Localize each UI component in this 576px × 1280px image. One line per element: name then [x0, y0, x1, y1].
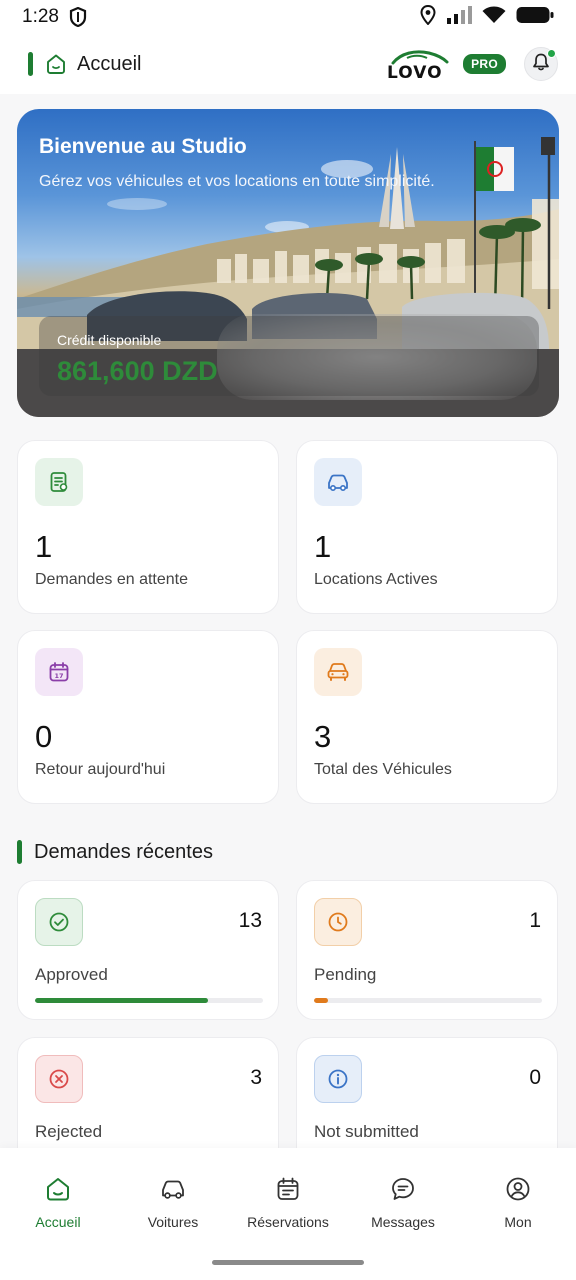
credit-panel: Crédit disponible 861,600 DZD: [39, 316, 539, 396]
nav-label: Voitures: [147, 1214, 199, 1230]
x-circle-icon: [35, 1055, 83, 1103]
banner-subtitle: Gérez vos véhicules et vos locations en …: [39, 173, 435, 190]
home-icon: [3, 1174, 113, 1204]
stat-card-total-vehicles[interactable]: 3 Total des Véhicules: [296, 630, 558, 804]
recent-requests-header: Demandes récentes: [17, 840, 213, 864]
welcome-banner: Bienvenue au Studio Gérez vos véhicules …: [17, 109, 559, 417]
request-label: Pending: [314, 965, 377, 984]
progress-fill: [35, 998, 209, 1003]
request-label: Not submitted: [314, 1122, 419, 1141]
request-count: 1: [529, 909, 541, 932]
signal-icon: [446, 5, 472, 29]
pro-badge: PRO: [463, 54, 506, 74]
chat-icon: [348, 1174, 458, 1204]
document-icon: [35, 458, 83, 506]
nav-item-mon[interactable]: Mon: [463, 1174, 573, 1230]
stat-card-active-rentals[interactable]: 1 Locations Actives: [296, 440, 558, 614]
nav-label: Messages: [371, 1214, 435, 1230]
car-icon: [118, 1174, 228, 1204]
credit-value: 861,600 DZD: [57, 356, 218, 386]
home-indicator[interactable]: [212, 1260, 364, 1265]
svg-text:17: 17: [54, 672, 63, 680]
clock-icon: [314, 898, 362, 946]
nav-label: Réservations: [247, 1214, 329, 1230]
car-icon: [314, 458, 362, 506]
status-time: 1:28: [22, 6, 59, 27]
stat-label: Locations Actives: [314, 571, 438, 588]
stat-value: 1: [314, 529, 332, 564]
credit-label: Crédit disponible: [57, 332, 162, 348]
app-header: Accueil LOVO PRO: [0, 34, 576, 94]
location-icon: [420, 4, 436, 30]
nav-label: Mon: [504, 1214, 532, 1230]
lovo-logo: LOVO: [385, 47, 455, 81]
notification-dot: [547, 49, 556, 58]
status-bar: 1:28: [0, 0, 576, 34]
nav-item-voitures[interactable]: Voitures: [118, 1174, 228, 1230]
check-circle-icon: [35, 898, 83, 946]
header-accent-bar: [28, 52, 33, 76]
notifications-button[interactable]: [524, 47, 558, 81]
request-count: 3: [250, 1066, 262, 1089]
battery-icon: [516, 6, 554, 29]
profile-icon: [463, 1174, 573, 1204]
nav-item-messages[interactable]: Messages: [348, 1174, 458, 1230]
nav-label: Accueil: [35, 1214, 81, 1230]
stat-card-pending-requests[interactable]: 1 Demandes en attente: [17, 440, 279, 614]
calendar-list-icon: [233, 1174, 343, 1204]
wifi-icon: [482, 6, 506, 29]
stat-label: Total des Véhicules: [314, 761, 452, 778]
request-count: 0: [529, 1066, 541, 1089]
nav-item-accueil[interactable]: Accueil: [3, 1174, 113, 1230]
stat-label: Demandes en attente: [35, 571, 188, 588]
shield-icon: [69, 7, 87, 27]
request-label: Approved: [35, 965, 108, 984]
info-circle-icon: [314, 1055, 362, 1103]
stat-label: Retour aujourd'hui: [35, 761, 166, 778]
page-title: Accueil: [77, 52, 142, 75]
progress-track: [314, 998, 542, 1003]
svg-text:LOVO: LOVO: [387, 63, 443, 81]
request-card-pending[interactable]: 1 Pending: [296, 880, 558, 1020]
stat-value: 1: [35, 529, 53, 564]
request-card-approved[interactable]: 13 Approved: [17, 880, 279, 1020]
nav-item-reservations[interactable]: Réservations: [233, 1174, 343, 1230]
car-front-icon: [314, 648, 362, 696]
stat-card-returns-today[interactable]: 17 0 Retour aujourd'hui: [17, 630, 279, 804]
progress-track: [35, 998, 263, 1003]
request-label: Rejected: [35, 1122, 103, 1141]
home-icon: [45, 53, 67, 75]
stat-value: 3: [314, 719, 332, 754]
banner-title: Bienvenue au Studio: [39, 135, 247, 158]
section-accent-bar: [17, 840, 22, 864]
stat-value: 0: [35, 719, 53, 754]
section-title: Demandes récentes: [34, 840, 213, 863]
progress-fill: [314, 998, 328, 1003]
calendar-icon: 17: [35, 648, 83, 696]
request-count: 13: [238, 909, 262, 932]
